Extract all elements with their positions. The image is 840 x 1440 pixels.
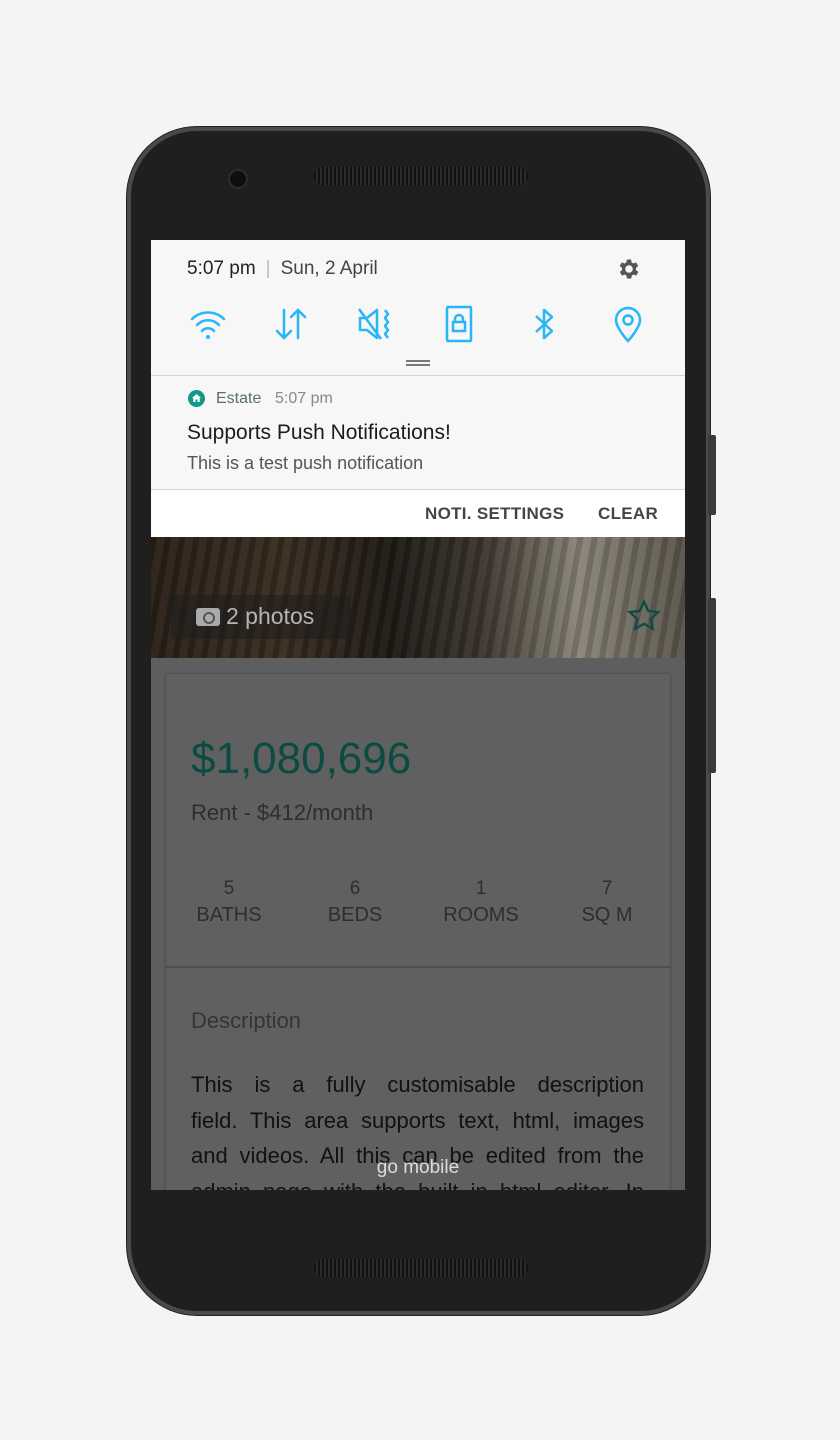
listing-card: $1,080,696 Rent - $412/month 5 BATHS 6 BED…: [166, 674, 670, 1190]
bluetooth-icon[interactable]: [524, 304, 564, 344]
location-icon[interactable]: [608, 304, 648, 344]
notification-time: 5:07 pm: [275, 390, 333, 407]
divider: [166, 966, 670, 968]
watermark: go mobile: [376, 1157, 460, 1178]
screen: 5:07 pm | Sun, 2 April Estate 5:07 pm Supp…: [151, 240, 685, 1190]
star-icon[interactable]: [626, 598, 662, 634]
notification-app-name: Estate: [216, 390, 262, 407]
drag-handle[interactable]: [406, 360, 430, 366]
listing-rent: Rent - $412/month: [191, 800, 374, 825]
description-heading: Description: [191, 1008, 302, 1033]
gear-icon[interactable]: [616, 256, 642, 282]
data-transfer-icon[interactable]: [271, 304, 311, 344]
noti-settings-button[interactable]: NOTI. SETTINGS: [425, 504, 564, 524]
clear-button[interactable]: CLEAR: [598, 504, 658, 524]
wifi-icon[interactable]: [188, 304, 228, 344]
stat-area: 7 SQ M: [581, 878, 633, 926]
notification-shade: 5:07 pm | Sun, 2 April Estate 5:07 pm Supp…: [151, 240, 685, 537]
bottom-speaker: [314, 1259, 528, 1277]
home-icon: [188, 390, 205, 407]
status-time: 5:07 pm: [187, 258, 256, 279]
screen-lock-icon[interactable]: [439, 304, 479, 344]
photo-count[interactable]: 2 photos: [226, 603, 314, 630]
volume-button: [708, 435, 716, 515]
camera-icon: [196, 608, 220, 626]
stat-rooms: 1 ROOMS: [443, 878, 519, 926]
notification-title: Supports Push Notifications!: [187, 421, 451, 444]
mute-vibrate-icon[interactable]: [356, 304, 396, 344]
divider: [151, 375, 685, 376]
notification-text: This is a test push notification: [187, 453, 424, 473]
front-camera: [228, 169, 248, 189]
listing-price: $1,080,696: [191, 734, 412, 783]
status-bar: 5:07 pm | Sun, 2 April: [187, 258, 378, 279]
power-button: [708, 598, 716, 773]
stat-beds: 6 BEDS: [327, 878, 383, 926]
top-speaker: [314, 167, 528, 185]
stat-baths: 5 BATHS: [196, 878, 262, 926]
status-date: Sun, 2 April: [280, 258, 378, 279]
